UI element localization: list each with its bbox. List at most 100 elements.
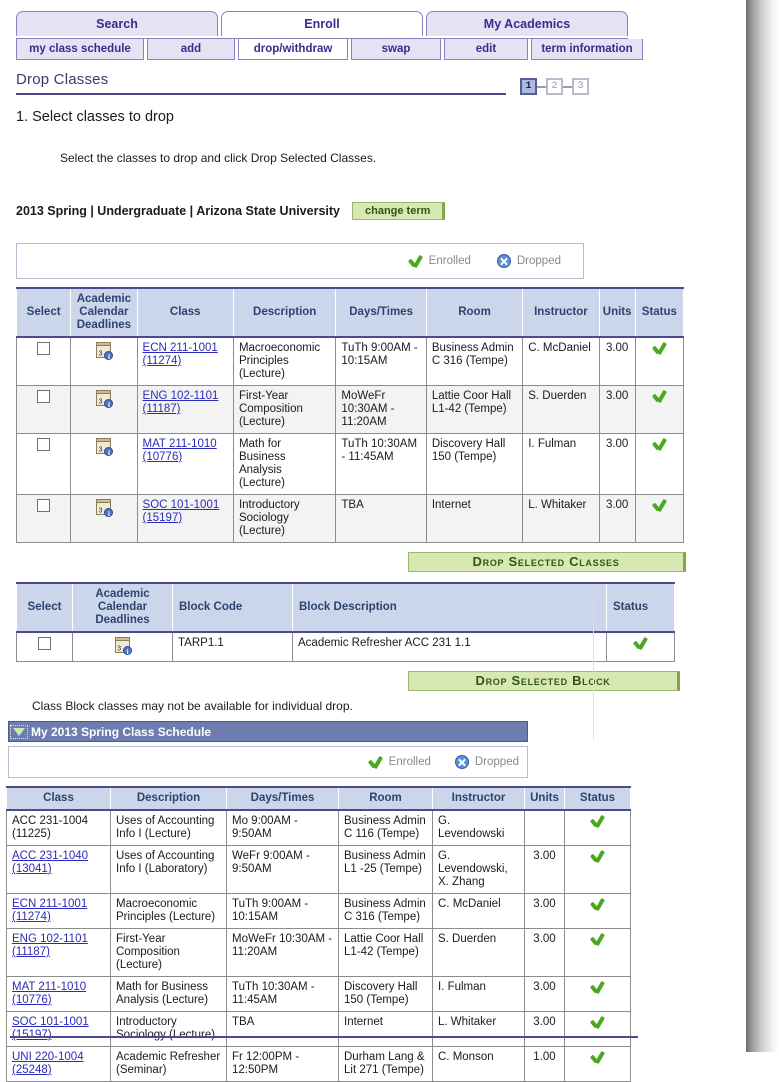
page-edge-shadow bbox=[746, 0, 779, 1052]
drop-selected-block-button[interactable]: Drop Selected Block bbox=[408, 671, 680, 691]
class-link[interactable]: ACC 231-1040 (13041) bbox=[12, 850, 88, 875]
cell-sched-class[interactable]: SOC 101-1001 (15197) bbox=[6, 1011, 111, 1047]
col-sched-status: Status bbox=[564, 786, 631, 811]
col-block-code: Block Code bbox=[172, 582, 293, 633]
col-status: Status bbox=[634, 287, 685, 338]
cell-select[interactable] bbox=[15, 336, 72, 386]
schedule-row: ENG 102-1101 (11187) First-Year Compositi… bbox=[6, 928, 631, 977]
cell-sched-instructor: S. Duerden bbox=[432, 928, 525, 977]
cell-sched-status bbox=[564, 809, 631, 846]
tab-search[interactable]: Search bbox=[16, 11, 218, 36]
class-link[interactable]: ENG 102-1101 (11187) bbox=[143, 390, 219, 415]
cell-sched-description: Math for Business Analysis (Lecture) bbox=[110, 976, 227, 1012]
schedule-row: MAT 211-1010 (10776) Math for Business An… bbox=[6, 976, 631, 1012]
legend-dropped-label: Dropped bbox=[516, 255, 561, 267]
change-term-button[interactable]: change term bbox=[351, 202, 446, 220]
schedule-section-header[interactable]: My 2013 Spring Class Schedule bbox=[8, 721, 528, 742]
academic-calendar-deadlines-icon[interactable]: 3 bbox=[96, 499, 114, 521]
legend-dropped-schedule: Dropped bbox=[454, 755, 519, 769]
cell-calendar[interactable]: 3 bbox=[70, 433, 138, 495]
legend-dropped-label: Dropped bbox=[474, 756, 519, 768]
cell-calendar[interactable]: 3 bbox=[70, 336, 138, 386]
class-link[interactable]: ENG 102-1101 (11187) bbox=[12, 933, 88, 958]
tab-enroll[interactable]: Enroll bbox=[221, 11, 423, 36]
cell-sched-units: 3.00 bbox=[524, 976, 565, 1012]
cell-room: Business Admin C 316 (Tempe) bbox=[425, 336, 524, 386]
col-block-description: Block Description bbox=[292, 582, 607, 633]
cell-class[interactable]: ENG 102-1101 (11187) bbox=[136, 385, 234, 434]
class-text: ACC 231-1004 (11225) bbox=[12, 815, 89, 840]
step-3[interactable]: 3 bbox=[572, 78, 589, 95]
cell-block-description: Academic Refresher ACC 231 1.1 bbox=[292, 631, 607, 662]
cell-select[interactable] bbox=[15, 385, 72, 434]
subtab-edit[interactable]: edit bbox=[444, 39, 528, 60]
row-select-checkbox[interactable] bbox=[37, 499, 51, 512]
cell-status bbox=[634, 433, 685, 495]
academic-calendar-deadlines-icon[interactable]: 3 bbox=[96, 342, 114, 364]
cell-select[interactable] bbox=[15, 433, 72, 495]
row-select-checkbox[interactable] bbox=[37, 390, 51, 403]
cell-sched-description: Introductory Sociology (Lecture) bbox=[110, 1011, 227, 1047]
dropped-x-icon bbox=[496, 254, 511, 268]
row-select-checkbox[interactable] bbox=[37, 342, 51, 355]
academic-calendar-deadlines-icon[interactable]: 3 bbox=[96, 390, 114, 412]
col-sched-class: Class bbox=[6, 786, 111, 811]
class-link[interactable]: ECN 211-1001 (11274) bbox=[12, 898, 87, 923]
cell-sched-days-times: Mo 9:00AM - 9:50AM bbox=[226, 809, 339, 846]
class-link[interactable]: MAT 211-1010 (10776) bbox=[12, 981, 86, 1006]
subtab-drop-withdraw[interactable]: drop/withdraw bbox=[238, 39, 348, 60]
academic-calendar-deadlines-icon[interactable]: 3 bbox=[96, 438, 114, 460]
cell-select[interactable] bbox=[15, 494, 72, 543]
cell-block-calendar[interactable]: 3 bbox=[72, 631, 173, 662]
cell-sched-class[interactable]: ECN 211-1001 (11274) bbox=[6, 893, 111, 929]
step-indicator: 1 2 3 bbox=[520, 78, 589, 95]
subtab-my-class-schedule[interactable]: my class schedule bbox=[16, 39, 144, 60]
table-row: 3 ECN 211-1001 (11274) Macroeconomic Princ… bbox=[15, 336, 685, 386]
drop-block-table: Select Academic Calendar Deadlines Block… bbox=[16, 582, 675, 662]
cell-sched-class[interactable]: ACC 231-1040 (13041) bbox=[6, 845, 111, 894]
legend-enrolled-label: Enrolled bbox=[428, 255, 471, 267]
class-link[interactable]: ECN 211-1001 (11274) bbox=[143, 342, 218, 367]
drop-selected-classes-button[interactable]: Drop Selected Classes bbox=[408, 552, 686, 572]
cell-calendar[interactable]: 3 bbox=[70, 385, 138, 434]
cell-sched-days-times: TuTh 10:30AM - 11:45AM bbox=[226, 976, 339, 1012]
status-enrolled-icon bbox=[652, 438, 667, 451]
class-link[interactable]: SOC 101-1001 (15197) bbox=[143, 499, 220, 524]
col-sched-units: Units bbox=[524, 786, 565, 811]
cell-sched-instructor: G. Levendowski bbox=[432, 809, 525, 846]
cell-sched-room: Lattie Coor Hall L1-42 (Tempe) bbox=[338, 928, 433, 977]
class-link[interactable]: MAT 211-1010 (10776) bbox=[143, 438, 217, 463]
cell-sched-description: Uses of Accounting Info I (Laboratory) bbox=[110, 845, 227, 894]
cell-class[interactable]: MAT 211-1010 (10776) bbox=[136, 433, 234, 495]
academic-calendar-deadlines-icon[interactable]: 3 bbox=[115, 637, 132, 659]
class-link[interactable]: UNI 220-1004 (25248) bbox=[12, 1051, 84, 1076]
col-block-academic-calendar-deadlines: Academic Calendar Deadlines bbox=[72, 582, 173, 633]
step-2[interactable]: 2 bbox=[546, 78, 563, 95]
cell-sched-class[interactable]: ENG 102-1101 (11187) bbox=[6, 928, 111, 977]
tab-my-academics[interactable]: My Academics bbox=[426, 11, 628, 36]
block-header-row: Select Academic Calendar Deadlines Block… bbox=[16, 582, 675, 633]
cell-block-status bbox=[606, 631, 675, 662]
cell-class[interactable]: ECN 211-1001 (11274) bbox=[136, 336, 234, 386]
cell-units: 3.00 bbox=[598, 385, 636, 434]
cell-sched-instructor: C. McDaniel bbox=[432, 893, 525, 929]
cell-calendar[interactable]: 3 bbox=[70, 494, 138, 543]
schedule-row: ACC 231-1040 (13041) Uses of Accounting I… bbox=[6, 845, 631, 894]
subtab-term-information[interactable]: term information bbox=[531, 39, 643, 60]
cell-block-select[interactable] bbox=[16, 631, 73, 662]
row-select-checkbox[interactable] bbox=[37, 438, 51, 451]
row-select-checkbox[interactable] bbox=[38, 637, 51, 650]
subtab-add[interactable]: add bbox=[147, 39, 235, 60]
term-label: 2013 Spring | Undergraduate | Arizona St… bbox=[16, 204, 340, 218]
cell-sched-days-times: TuTh 9:00AM - 10:15AM bbox=[226, 893, 339, 929]
cell-sched-class[interactable]: MAT 211-1010 (10776) bbox=[6, 976, 111, 1012]
cell-class[interactable]: SOC 101-1001 (15197) bbox=[136, 494, 234, 543]
cell-description: Introductory Sociology (Lecture) bbox=[232, 494, 337, 543]
col-units: Units bbox=[598, 287, 636, 338]
step-heading: 1. Select classes to drop bbox=[16, 109, 174, 125]
cell-sched-status bbox=[564, 893, 631, 929]
subtab-swap[interactable]: swap bbox=[351, 39, 441, 60]
step-1[interactable]: 1 bbox=[520, 78, 537, 95]
col-block-status: Status bbox=[606, 582, 675, 633]
collapse-triangle-icon[interactable] bbox=[10, 724, 28, 739]
